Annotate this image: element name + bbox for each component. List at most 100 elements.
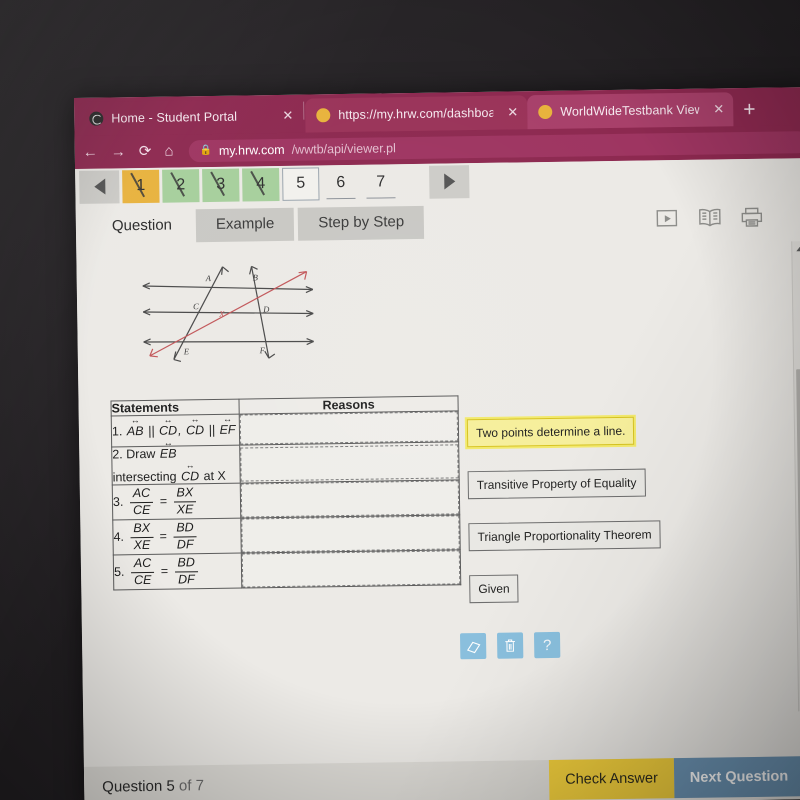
reason-cell-2[interactable] [239,441,460,484]
browser-tab-worldwidetestbank-viewer[interactable]: WorldWideTestbank Viewer ✕ [527,92,734,130]
segment-eb: ↔ EB [159,437,177,461]
question-tab-3[interactable]: 3 [202,168,240,202]
tab-title: WorldWideTestbank Viewer [560,102,700,119]
segment-ef: ↔ EF [219,413,236,437]
browser-tab-home-student-portal[interactable]: Home - Student Portal ✕ [78,98,303,136]
reason-cell-5[interactable] [241,549,461,589]
new-tab-button[interactable]: + [743,98,756,126]
reason-dropzone-3[interactable] [240,480,460,518]
reason-cell-4[interactable] [240,514,461,554]
equals-sign: = [159,528,168,544]
reason-card-transitive-property-of-equality[interactable]: Transitive Property of Equality [467,468,646,500]
table-row: 4. BX XE = BD DF [112,514,461,555]
reason-card-triangle-proportionality-theorem[interactable]: Triangle Proportionality Theorem [468,520,661,552]
question-tab-7[interactable]: 7 [362,166,399,200]
statement-number: 3. [112,494,124,509]
tab-favicon-globe-icon [89,111,104,126]
help-icon[interactable]: ? [533,631,561,659]
question-tab-5[interactable]: 5 [282,166,320,201]
table-row: 5. AC CE = BD DF [113,549,461,590]
tab-close-icon[interactable]: ✕ [276,108,293,124]
check-answer-button[interactable]: Check Answer [548,758,675,800]
reason-dropzone-4[interactable] [241,515,460,553]
url-path: /wwtb/api/viewer.pl [291,140,396,157]
question-counter: Question 5 of 7 [102,777,204,796]
figure-label-C: C [193,301,199,311]
next-question-arrow-icon[interactable] [429,164,470,199]
segment-ab: ↔ AB [126,415,144,439]
fraction-right-5: BD DF [174,555,198,587]
next-question-button[interactable]: Next Question [673,756,800,799]
eraser-icon[interactable] [459,632,487,660]
tab-step-by-step[interactable]: Step by Step [298,205,425,241]
equals-sign: = [160,563,169,579]
fraction-right-3: BX XE [173,485,197,517]
figure-label-B: B [253,272,258,282]
photo-of-screen: Home - Student Portal ✕ https://my.hrw.c… [0,0,800,800]
reason-cell-1[interactable] [239,410,459,446]
fraction-left-4: BX XE [130,521,154,553]
fraction-left-5: AC CE [130,556,155,588]
address-bar[interactable]: 🔒 my.hrw.com/wwtb/api/viewer.pl [188,130,800,162]
scroll-up-arrow-icon[interactable] [792,241,800,256]
question-tab-label: 7 [376,173,386,191]
segment-cd-3: ↔ CD [180,460,200,484]
tab-example[interactable]: Example [195,207,295,243]
reason-card-given[interactable]: Given [469,574,519,604]
prev-question-arrow-icon[interactable] [79,169,120,204]
question-word: Question [102,777,163,796]
reason-dropzone-2[interactable] [240,443,459,482]
back-arrow-icon[interactable]: ← [83,144,98,161]
intersecting-label: intersecting [112,469,181,485]
statement-cell-2: 2. Draw ↔ EB intersecting ↔ CD at X [111,437,241,485]
lock-icon: 🔒 [199,144,212,157]
forward-arrow-icon[interactable]: → [111,143,126,160]
tab-separator [303,101,305,120]
figure-label-X: X [218,309,225,319]
figure-label-D: D [262,304,270,314]
reason-card-list: Two points determine a line. Transitive … [466,416,690,627]
reason-dropzone-1[interactable] [239,411,459,445]
statement-cell-5: 5. AC CE = BD DF [113,553,242,590]
tab-favicon-amber-circle-icon [316,108,331,123]
question-tab-1[interactable]: 1 [122,169,160,203]
table-row: 3. AC CE = BX XE [112,479,460,520]
question-tab-label: 6 [336,173,346,192]
tab-favicon-amber-circle-icon [538,104,553,120]
vertical-scrollbar[interactable] [791,241,800,712]
browser-tab-dashboard[interactable]: https://my.hrw.com/dashboard/h ✕ [305,95,528,133]
figure-label-F: F [259,345,266,355]
footer-buttons: Check Answer Next Question [548,756,800,800]
reason-cell-3[interactable] [240,479,460,519]
tab-title: Home - Student Portal [111,109,238,126]
scrollbar-thumb[interactable] [796,369,800,670]
fraction-right-4: BD DF [173,520,197,552]
question-tab-2[interactable]: 2 [162,168,200,203]
of-word: of [178,776,192,795]
statement-cell-3: 3. AC CE = BX XE [112,483,241,520]
reason-card-two-points-determine-a-line[interactable]: Two points determine a line. [466,416,635,448]
reload-icon[interactable]: ⟳ [139,143,152,160]
url-domain: my.hrw.com [218,142,285,158]
mini-toolbar: ? [459,631,561,660]
tab-close-icon[interactable]: ✕ [707,101,724,117]
tab-close-icon[interactable]: ✕ [501,104,518,120]
proof-table: Statements Reasons 1. ↔ AB || ↔ CD, ↔ CD ||… [110,395,462,591]
at-x-label: at X [199,468,226,484]
video-play-icon[interactable] [656,207,678,229]
tab-question[interactable]: Question [92,209,193,243]
statement-cell-4: 4. BX XE = BD DF [112,518,242,555]
reason-dropzone-5[interactable] [241,550,461,588]
print-icon[interactable] [740,206,763,228]
glossary-book-icon[interactable] [698,206,721,228]
question-tab-4[interactable]: 4 [242,167,280,202]
work-area: A B C D E F X Statements Reasons 1. ↔ AB… [76,236,800,767]
question-total: 7 [195,776,205,794]
page-content: 1 2 3 4 5 6 7 Question Example Step by S… [75,157,800,800]
figure-label-A: A [205,273,212,283]
trash-icon[interactable] [496,632,524,659]
parallel-symbol: || [147,423,159,438]
statement-number: 5. [113,564,125,579]
question-tab-6[interactable]: 6 [322,166,359,200]
home-icon[interactable]: ⌂ [164,143,173,160]
